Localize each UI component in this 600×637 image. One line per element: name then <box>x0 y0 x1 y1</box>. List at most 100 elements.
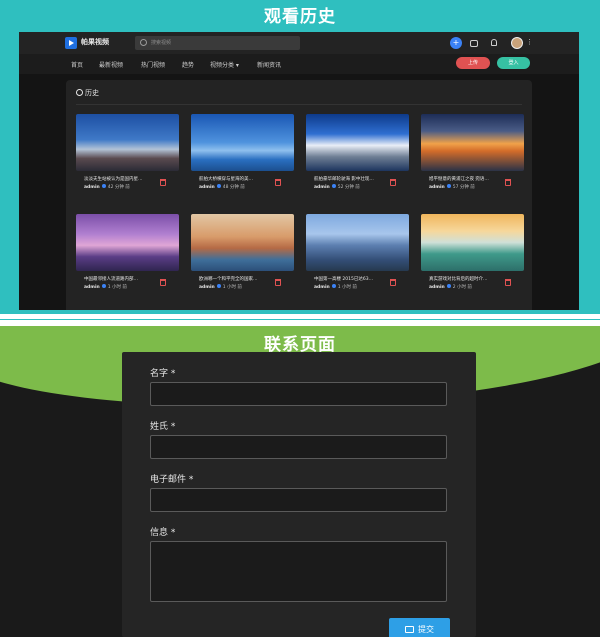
message-label: 信息 * <box>150 528 176 538</box>
video-title[interactable]: 航拍豪华邮轮驶海 影中壮现… <box>314 176 384 182</box>
trash-icon[interactable] <box>505 279 511 286</box>
trash-icon[interactable] <box>505 179 511 186</box>
video-card[interactable]: 真实游戏对比背后的超时介… admin 2 小时 前 <box>421 214 524 294</box>
video-time: 1 小时 前 <box>222 285 242 290</box>
verified-icon <box>331 284 336 288</box>
video-meta: admin 2 小时 前 <box>429 284 472 290</box>
video-meta: admin 42 分钟 前 <box>84 184 130 190</box>
video-author[interactable]: admin <box>314 185 330 190</box>
trash-icon[interactable] <box>390 279 396 286</box>
video-thumbnail[interactable] <box>76 114 179 171</box>
video-meta: admin 1 小时 前 <box>199 284 242 290</box>
nav-item-trending[interactable]: 趋势 <box>182 60 194 69</box>
trash-icon[interactable] <box>275 179 281 186</box>
history-panel: 历史 淡淡夫生站被认为是国内星… admin 42 分钟 前 航拍大桥横穿与星海的… <box>66 80 532 310</box>
more-icon[interactable]: ⋮ <box>526 38 533 46</box>
video-author[interactable]: admin <box>199 185 215 190</box>
logo-play-icon[interactable] <box>65 37 77 49</box>
history-panel-title: 历史 <box>85 89 99 97</box>
video-title[interactable]: 淡淡夫生站被认为是国内星… <box>84 176 154 182</box>
video-author[interactable]: admin <box>199 285 215 290</box>
video-author[interactable]: admin <box>429 285 445 290</box>
bell-icon[interactable] <box>491 39 497 46</box>
verified-icon <box>101 284 106 288</box>
video-time: 1 小时 前 <box>107 285 127 290</box>
submit-button[interactable]: 提交 <box>389 618 450 637</box>
nav-item-hot[interactable]: 热门视频 <box>141 60 165 69</box>
video-time: 2 小时 前 <box>452 285 472 290</box>
contact-form: 名字 * 姓氏 * 电子邮件 * 信息 * 提交 <box>122 352 476 637</box>
video-meta: admin 1 小时 前 <box>314 284 357 290</box>
video-author[interactable]: admin <box>84 285 100 290</box>
nav-item-latest[interactable]: 最新视频 <box>99 60 123 69</box>
search-icon <box>140 39 147 46</box>
video-card[interactable]: 航拍豪华邮轮驶海 影中壮现… admin 52 分钟 前 <box>306 114 409 194</box>
video-time: 1 小时 前 <box>337 285 357 290</box>
video-thumbnail[interactable] <box>76 214 179 271</box>
video-title[interactable]: 欧洲哪一个和平完全的国家… <box>199 276 269 282</box>
section-divider-line <box>0 319 600 320</box>
video-thumbnail[interactable] <box>306 114 409 171</box>
name-label: 名字 * <box>150 369 176 379</box>
nav-item-news[interactable]: 新闻资讯 <box>257 60 281 69</box>
video-meta: admin 1 小时 前 <box>84 284 127 290</box>
video-card[interactable]: 航拍大桥横穿与星海的美… admin 48 分钟 前 <box>191 114 294 194</box>
verified-icon <box>216 284 221 288</box>
app-screenshot: 帕果视频 搜索视频 + ⋮ 首页 最新视频 热门视频 趋势 视频分类 ▾ 新闻资… <box>19 32 579 310</box>
upload-button[interactable]: 上传 <box>456 57 490 69</box>
app-logo-text[interactable]: 帕果视频 <box>81 37 109 47</box>
video-meta: admin 48 分钟 前 <box>199 184 245 190</box>
panel-divider <box>76 104 522 105</box>
video-title[interactable]: 航拍大桥横穿与星海的美… <box>199 176 269 182</box>
video-author[interactable]: admin <box>429 185 445 190</box>
trash-icon[interactable] <box>275 279 281 286</box>
trash-icon[interactable] <box>160 279 166 286</box>
message-field[interactable] <box>150 541 447 602</box>
nav-item-home[interactable]: 首页 <box>71 60 83 69</box>
search-input[interactable]: 搜索视频 <box>135 36 300 50</box>
video-thumbnail[interactable] <box>306 214 409 271</box>
video-thumbnail[interactable] <box>421 214 524 271</box>
search-placeholder: 搜索视频 <box>151 40 172 46</box>
app-topbar: 帕果视频 搜索视频 + ⋮ <box>19 32 579 54</box>
surname-label: 姓氏 * <box>150 422 176 432</box>
trash-icon[interactable] <box>390 179 396 186</box>
nav-item-categories[interactable]: 视频分类 ▾ <box>210 60 239 69</box>
verified-icon <box>446 284 451 288</box>
history-panel-header: 历史 <box>76 88 99 98</box>
avatar[interactable] <box>511 37 523 49</box>
surname-field[interactable] <box>150 435 447 459</box>
video-thumbnail[interactable] <box>421 114 524 171</box>
video-title[interactable]: 真实游戏对比背后的超时介… <box>429 276 499 282</box>
email-label: 电子邮件 * <box>150 475 194 485</box>
video-card[interactable]: 淡淡夫生站被认为是国内星… admin 42 分钟 前 <box>76 114 179 194</box>
video-card[interactable]: 中国最邻接人流道路内部… admin 1 小时 前 <box>76 214 179 294</box>
email-field[interactable] <box>150 488 447 512</box>
video-meta: admin 57 分钟 前 <box>429 184 475 190</box>
video-author[interactable]: admin <box>314 285 330 290</box>
video-card[interactable]: 欧洲哪一个和平完全的国家… admin 1 小时 前 <box>191 214 294 294</box>
video-time: 48 分钟 前 <box>222 185 245 190</box>
video-title[interactable]: 中国第一高楼 2015已达63… <box>314 276 384 282</box>
clock-icon <box>76 89 83 96</box>
verified-icon <box>446 184 451 188</box>
mail-icon <box>405 625 414 633</box>
chat-icon[interactable] <box>470 40 478 47</box>
video-title[interactable]: 旭平惬意的黄浦江之夜 宛语… <box>429 176 499 182</box>
main-nav: 首页 最新视频 热门视频 趋势 视频分类 ▾ 新闻资讯 <box>19 54 579 74</box>
video-card[interactable]: 旭平惬意的黄浦江之夜 宛语… admin 57 分钟 前 <box>421 114 524 194</box>
add-icon[interactable]: + <box>450 37 462 49</box>
video-title[interactable]: 中国最邻接人流道路内部… <box>84 276 154 282</box>
video-thumbnail[interactable] <box>191 214 294 271</box>
video-thumbnail[interactable] <box>191 114 294 171</box>
video-meta: admin 52 分钟 前 <box>314 184 360 190</box>
video-card[interactable]: 中国第一高楼 2015已达63… admin 1 小时 前 <box>306 214 409 294</box>
verified-icon <box>101 184 106 188</box>
video-author[interactable]: admin <box>84 185 100 190</box>
trash-icon[interactable] <box>160 179 166 186</box>
verified-icon <box>331 184 336 188</box>
login-button[interactable]: 登入 <box>497 57 530 69</box>
video-time: 57 分钟 前 <box>452 185 475 190</box>
section-divider <box>0 314 600 326</box>
name-field[interactable] <box>150 382 447 406</box>
